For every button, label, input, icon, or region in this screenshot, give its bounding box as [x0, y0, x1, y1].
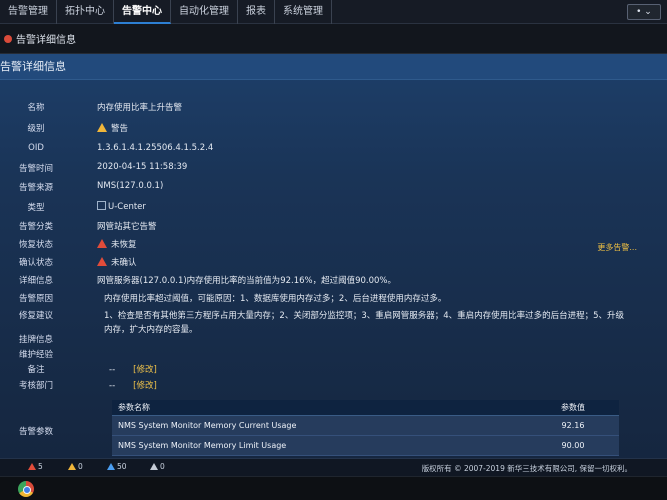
detail-row-assessment-department: 考核部门 -- [修改] [18, 381, 157, 391]
taskbar [0, 476, 667, 500]
alarm-icon [4, 34, 12, 43]
ucenter-icon [97, 201, 106, 210]
status-footer: 5 0 50 0 版权所有 © 2007-2019 新华三技术有限公司, 保留一… [0, 458, 667, 476]
param-value-header: 参数值 [561, 403, 585, 412]
nav-reports[interactable]: 报表 [238, 0, 275, 24]
detail-row-name: 名称 内存使用比率上升告警 [27, 103, 183, 113]
nav-automation-management[interactable]: 自动化管理 [171, 0, 238, 24]
table-row: NMS System Monitor Memory Current Usage … [112, 416, 619, 436]
minor-alarm-icon [107, 463, 115, 470]
edit-remarks-link[interactable]: [修改] [133, 365, 157, 375]
alarm-params-table: 参数名称 参数值 NMS System Monitor Memory Curre… [112, 400, 619, 456]
detail-row-oid: OID 1.3.6.1.4.1.25506.4.1.5.2.4 [28, 143, 214, 153]
detail-row-cause: 告警原因 内存使用比率超过阈值，可能原因：1、数据库使用内存过多；2、后台进程使用… [18, 294, 447, 304]
nav-topology-center[interactable]: 拓扑中心 [57, 0, 114, 24]
critical-alarm-count[interactable]: 5 [28, 462, 43, 471]
param-name-header: 参数名称 [118, 403, 150, 412]
alert-icon [97, 239, 107, 248]
detail-row-level: 级别 警告 [27, 123, 129, 134]
nav-alarm-management[interactable]: 告警管理 [0, 0, 57, 24]
detail-row-category: 告警分类 网管站其它告警 [18, 222, 157, 232]
chrome-icon[interactable] [18, 481, 34, 497]
major-alarm-icon [68, 463, 76, 470]
critical-alarm-icon [28, 463, 36, 470]
table-header: 参数名称 参数值 [112, 400, 619, 416]
detail-row-details: 详细信息 网管服务器(127.0.0.1)内存使用比率的当前值为92.16%，超过… [18, 276, 397, 286]
breadcrumb: 告警详细信息 [0, 24, 667, 54]
edit-assessment-department-link[interactable]: [修改] [133, 381, 157, 391]
detail-row-source: 告警来源 NMS(127.0.0.1) [18, 181, 164, 193]
nav-alarm-center[interactable]: 告警中心 [114, 0, 171, 24]
detail-row-recovery-status: 恢复状态 未恢复 [18, 239, 137, 250]
nav-system-management[interactable]: 系统管理 [275, 0, 332, 24]
user-menu-button[interactable]: • ⌄ [627, 4, 661, 20]
panel-title: 告警详细信息 [0, 54, 667, 80]
warning-alarm-count[interactable]: 0 [150, 462, 165, 471]
table-row: NMS System Monitor Memory Limit Usage 90… [112, 436, 619, 456]
page-title: 告警详细信息 [16, 35, 76, 46]
detail-row-confirm-status: 确认状态 未确认 [18, 257, 137, 268]
warning-alarm-icon [150, 463, 158, 470]
more-alarms-link[interactable]: 更多告警... [597, 242, 637, 253]
minor-alarm-count[interactable]: 50 [107, 462, 127, 471]
major-alarm-count[interactable]: 0 [68, 462, 83, 471]
detail-row-type: 类型 U-Center [27, 201, 146, 213]
copyright-text: 版权所有 © 2007-2019 新华三技术有限公司, 保留一切权利。 [421, 464, 632, 473]
top-navigation: 告警管理 拓扑中心 告警中心 自动化管理 报表 系统管理 • ⌄ [0, 0, 667, 24]
warning-icon [97, 123, 107, 132]
detail-row-time: 告警时间 2020-04-15 11:58:39 [18, 162, 188, 174]
alert-icon [97, 257, 107, 266]
